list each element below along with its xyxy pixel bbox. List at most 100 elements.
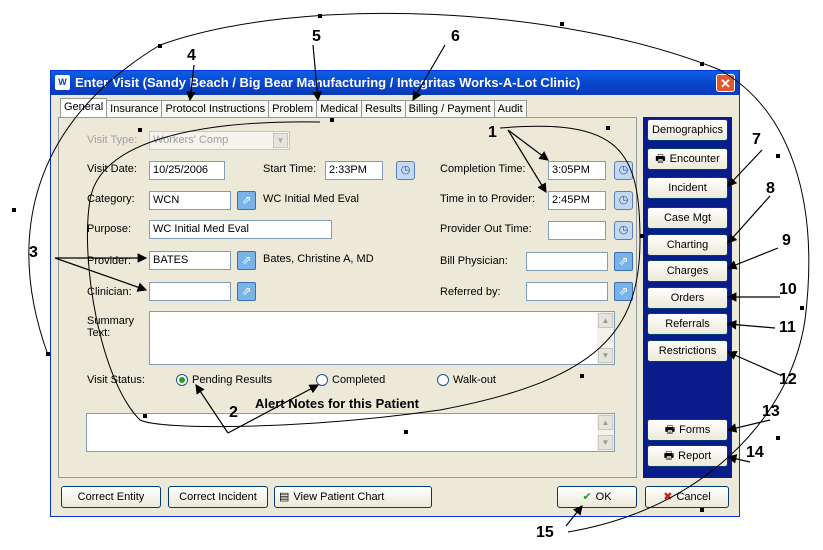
report-label: Report (678, 450, 712, 462)
pending-results-label: Pending Results (192, 374, 273, 386)
chevron-down-icon[interactable]: ▼ (273, 133, 288, 148)
window-title: Enter Visit (Sandy Beach / Big Bear Manu… (75, 75, 581, 90)
ok-button[interactable]: ✔ OK (557, 486, 637, 508)
walk-out-label: Walk-out (453, 374, 496, 386)
referrals-button[interactable]: Referrals (647, 313, 728, 335)
callout-6: 6 (451, 28, 460, 45)
scroll-up-icon[interactable]: ▲ (598, 313, 613, 328)
callout-3: 3 (29, 244, 38, 261)
provider-out-time-label: Provider Out Time: (440, 223, 532, 235)
app-icon: W (55, 75, 70, 90)
callout-9: 9 (782, 232, 791, 249)
printer-icon: 🖶 (664, 424, 676, 436)
demographics-button[interactable]: Demographics (647, 119, 728, 141)
cancel-label: Cancel (676, 491, 711, 503)
clinician-label: Clinician: (87, 286, 132, 298)
tab-general[interactable]: General (60, 98, 108, 117)
tab-strip: General Insurance Protocol Instructions … (60, 98, 527, 118)
visit-date-input[interactable]: 10/25/2006 (149, 161, 225, 180)
tab-billing-payment[interactable]: Billing / Payment (404, 100, 495, 117)
lookup-icon[interactable]: ⇗ (237, 251, 256, 270)
callout-4: 4 (187, 47, 196, 64)
encounter-label: Encounter (669, 153, 720, 165)
purpose-input[interactable]: WC Initial Med Eval (149, 220, 332, 239)
forms-label: Forms (679, 424, 711, 436)
tab-audit[interactable]: Audit (493, 100, 527, 117)
check-icon: ✔ (582, 491, 592, 503)
provider-label: Provider: (87, 255, 132, 267)
radio-pending-results[interactable] (176, 374, 188, 386)
completion-time-input[interactable]: 3:05PM (548, 161, 606, 180)
printer-icon: 🖶 (655, 153, 666, 165)
visit-type-label: Visit Type: (87, 134, 138, 146)
scroll-down-icon[interactable]: ▼ (598, 348, 613, 363)
scrollbar[interactable]: ▲ ▼ (597, 414, 614, 451)
tab-insurance[interactable]: Insurance (106, 100, 163, 117)
bill-physician-input[interactable] (526, 252, 608, 271)
visit-type-select[interactable]: Workers' Comp ▼ (149, 131, 290, 150)
alert-notes-heading: Alert Notes for this Patient (255, 396, 419, 411)
lookup-icon[interactable]: ⇗ (614, 252, 633, 271)
case-mgt-button[interactable]: Case Mgt (647, 207, 728, 229)
summary-text-area[interactable]: ▲ ▼ (149, 311, 615, 365)
clock-icon[interactable]: ◷ (614, 191, 633, 210)
clock-icon[interactable]: ◷ (614, 161, 633, 180)
scroll-down-icon[interactable]: ▼ (598, 435, 613, 450)
view-patient-chart-button[interactable]: ▤ View Patient Chart (274, 486, 432, 508)
correct-entity-button[interactable]: Correct Entity (61, 486, 161, 508)
callout-2: 2 (229, 404, 238, 421)
lookup-icon[interactable]: ⇗ (237, 191, 256, 210)
referred-by-label: Referred by: (440, 286, 501, 298)
tab-protocol-instructions[interactable]: Protocol Instructions (161, 100, 270, 117)
view-patient-chart-label: View Patient Chart (293, 491, 385, 503)
alert-notes-area[interactable]: ▲ ▼ (86, 413, 615, 452)
clinician-input[interactable] (149, 282, 231, 301)
clock-icon[interactable]: ◷ (614, 221, 633, 240)
provider-description: Bates, Christine A, MD (263, 253, 374, 265)
encounter-button[interactable]: 🖶 Encounter (647, 148, 728, 170)
title-bar[interactable]: W Enter Visit (Sandy Beach / Big Bear Ma… (51, 71, 739, 95)
start-time-label: Start Time: (263, 163, 317, 175)
cancel-button[interactable]: ✖ Cancel (645, 486, 729, 508)
callout-13: 13 (762, 403, 780, 420)
radio-walk-out[interactable] (437, 374, 449, 386)
printer-icon: 🖶 (663, 450, 675, 462)
callout-11: 11 (779, 319, 796, 336)
purpose-label: Purpose: (87, 223, 132, 235)
scrollbar[interactable]: ▲ ▼ (597, 312, 614, 364)
callout-5: 5 (312, 28, 321, 45)
lookup-icon[interactable]: ⇗ (614, 282, 633, 301)
provider-out-time-input[interactable] (548, 221, 606, 240)
tab-medical[interactable]: Medical (316, 100, 362, 117)
report-button[interactable]: 🖶 Report (647, 445, 728, 467)
callout-14: 14 (746, 444, 764, 461)
correct-incident-button[interactable]: Correct Incident (168, 486, 268, 508)
category-description: WC Initial Med Eval (263, 193, 359, 205)
tab-problem[interactable]: Problem (268, 100, 318, 117)
scroll-up-icon[interactable]: ▲ (598, 415, 613, 430)
start-time-input[interactable]: 2:33PM (325, 161, 383, 180)
category-input[interactable]: WCN (149, 191, 231, 210)
referred-by-input[interactable] (526, 282, 608, 301)
lookup-icon[interactable]: ⇗ (237, 282, 256, 301)
provider-input[interactable]: BATES (149, 251, 231, 270)
summary-text-label: Summary Text: (87, 315, 135, 339)
charting-button[interactable]: Charting (647, 234, 728, 256)
forms-button[interactable]: 🖶 Forms (647, 419, 728, 441)
visit-status-label: Visit Status: (87, 374, 145, 386)
bill-physician-label: Bill Physician: (440, 255, 508, 267)
visit-date-label: Visit Date: (87, 163, 137, 175)
cross-icon: ✖ (663, 491, 673, 503)
radio-completed[interactable] (316, 374, 328, 386)
time-in-provider-input[interactable]: 2:45PM (548, 191, 606, 210)
restrictions-button[interactable]: Restrictions (647, 340, 728, 362)
charges-button[interactable]: Charges (647, 260, 728, 282)
completion-time-label: Completion Time: (440, 163, 526, 175)
incident-button[interactable]: Incident (647, 177, 728, 199)
tab-results[interactable]: Results (360, 100, 406, 117)
time-in-provider-label: Time in to Provider: (440, 193, 535, 205)
orders-button[interactable]: Orders (647, 287, 728, 309)
callout-7: 7 (752, 131, 761, 148)
clock-icon[interactable]: ◷ (396, 161, 415, 180)
close-button[interactable]: ✕ (716, 74, 735, 92)
